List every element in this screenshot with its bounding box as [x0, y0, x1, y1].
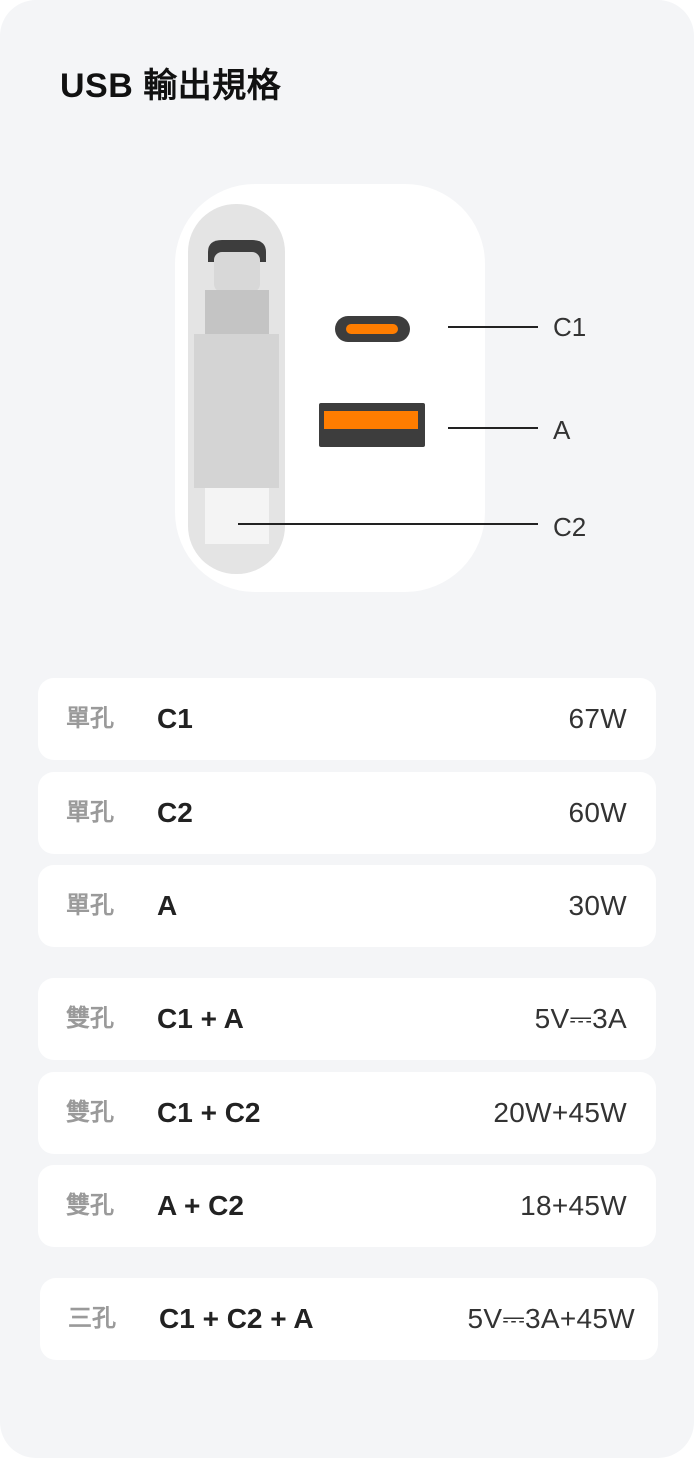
- usb-c-cable-icon: [205, 488, 269, 544]
- spec-row-triple: 三孔 C1 + C2 + A 5V⎓3A+45W: [40, 1278, 658, 1360]
- spec-type-label: 單孔: [66, 705, 114, 732]
- spec-type-label: 雙孔: [66, 1192, 114, 1219]
- spec-row-single-c1: 單孔 C1 67W: [38, 678, 656, 760]
- usb-c-port-accent: [346, 324, 398, 334]
- spec-power-value: 20W+45W: [493, 1097, 627, 1128]
- spec-row-dual-c1-c2: 雙孔 C1 + C2 20W+45W: [38, 1072, 656, 1154]
- page-title: USB 輸出規格: [60, 67, 282, 105]
- spec-type-label: 雙孔: [66, 1099, 114, 1126]
- port-label-a: A: [553, 415, 571, 445]
- spec-port-label: A: [157, 890, 178, 921]
- port-label-c1: C1: [553, 312, 586, 342]
- spec-row-dual-c1-a: 雙孔 C1 + A 5V⎓3A: [38, 978, 656, 1060]
- spec-type-label: 三孔: [68, 1305, 116, 1332]
- spec-power-value: 60W: [568, 797, 627, 828]
- spec-power-value: 30W: [568, 890, 627, 921]
- spec-row-single-c2: 單孔 C2 60W: [38, 772, 656, 854]
- spec-row-single-a: 單孔 A 30W: [38, 865, 656, 947]
- usb-a-port-accent: [324, 411, 418, 429]
- spec-port-label: C2: [157, 797, 193, 828]
- spec-port-label: C1 + A: [157, 1003, 244, 1034]
- spec-type-label: 單孔: [66, 892, 114, 919]
- spec-type-label: 單孔: [66, 799, 114, 826]
- usb-c-plug-tip: [214, 252, 260, 292]
- spec-type-label: 雙孔: [66, 1005, 114, 1032]
- spec-power-value: 5V⎓3A: [534, 1003, 627, 1034]
- spec-card: USB 輸出規格 C1 A C2 單孔 C1 67W 單孔 C2 60W 單孔 …: [0, 0, 694, 1458]
- spec-power-value: 5V⎓3A+45W: [467, 1303, 635, 1334]
- spec-port-label: C1 + C2 + A: [159, 1303, 314, 1334]
- port-label-c2: C2: [553, 512, 586, 542]
- spec-port-label: C1: [157, 703, 193, 734]
- cable-body: [194, 334, 279, 488]
- charger-illustration: C1 A C2: [175, 184, 586, 592]
- spec-port-label: C1 + C2: [157, 1097, 261, 1128]
- spec-power-value: 67W: [568, 703, 627, 734]
- spec-row-dual-a-c2: 雙孔 A + C2 18+45W: [38, 1165, 656, 1247]
- spec-power-value: 18+45W: [520, 1190, 627, 1221]
- charger-port-diagram: C1 A C2: [0, 180, 694, 600]
- cable-neck: [205, 290, 269, 334]
- spec-port-label: A + C2: [157, 1190, 244, 1221]
